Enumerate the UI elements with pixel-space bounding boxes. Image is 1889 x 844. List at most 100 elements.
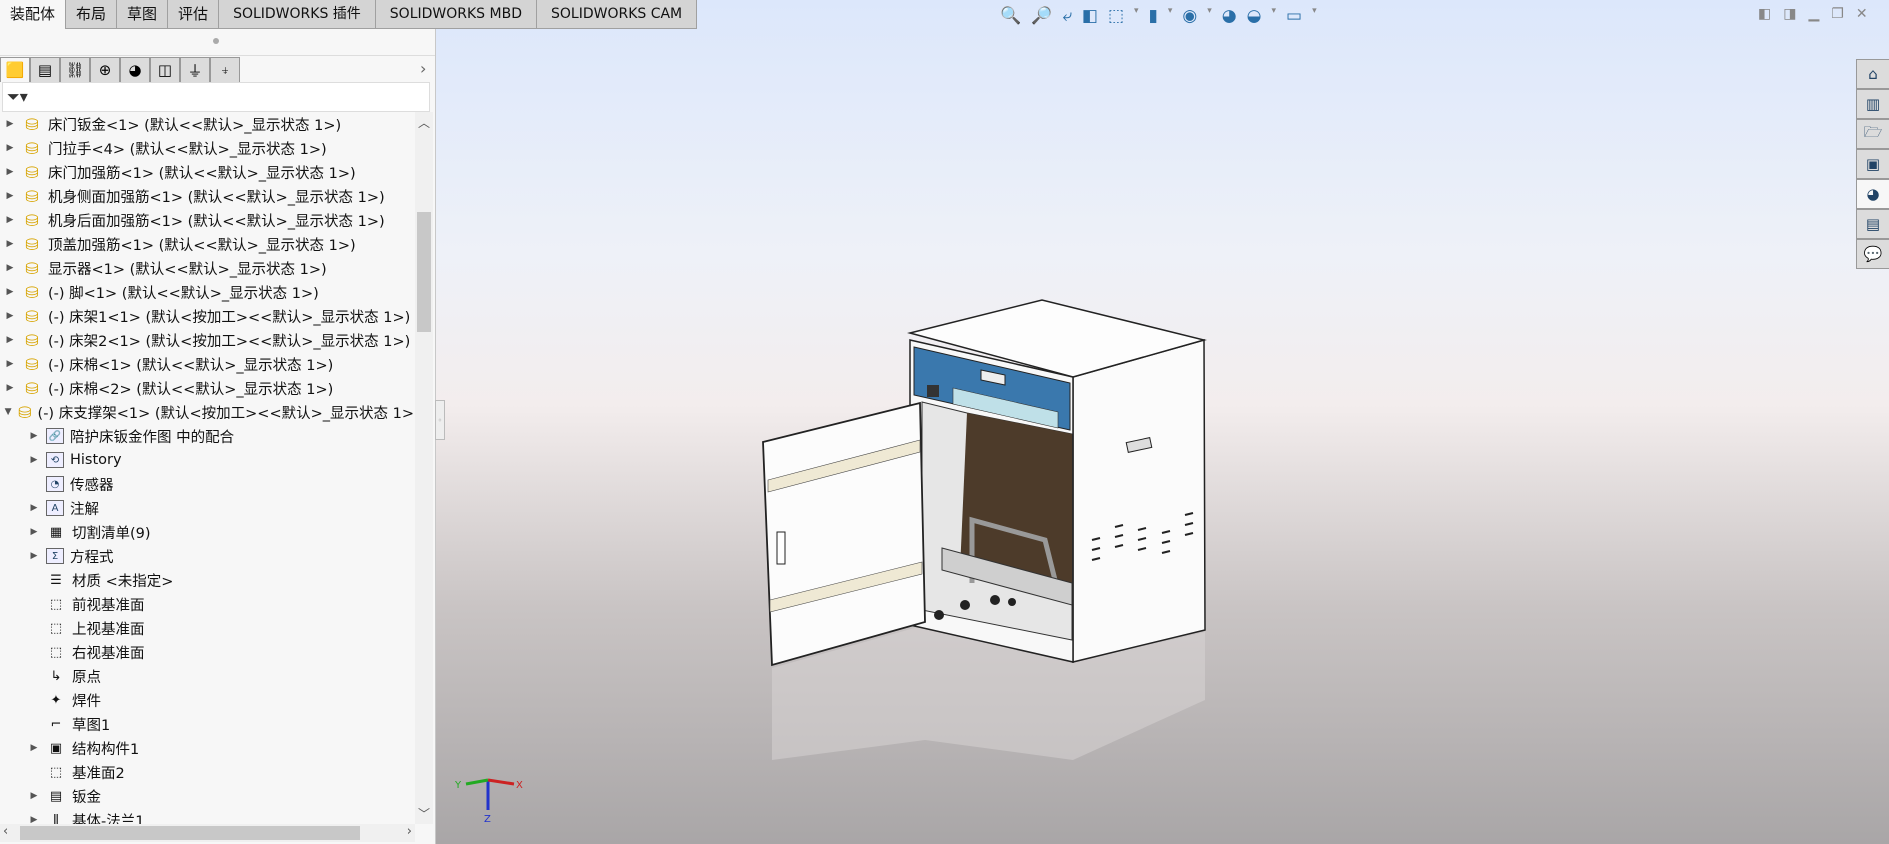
tree-item[interactable]: ▶ ⛁ 机身侧面加强筋<1> (默认<<默认>_显示状态 1>) <box>0 184 414 208</box>
expand-arrow-icon[interactable]: ▶ <box>4 143 16 153</box>
previous-view-icon[interactable]: ⤶ <box>1062 6 1072 26</box>
tree-vertical-scrollbar[interactable]: ︿ ﹀ <box>415 112 433 824</box>
expand-arrow-icon[interactable]: ▶ <box>28 551 40 561</box>
panel-tabs-more-arrow[interactable]: › <box>420 59 426 78</box>
previous-window-icon[interactable]: ◧ <box>1758 6 1771 22</box>
tree-item[interactable]: ▶ ⛁ (-) 床架2<1> (默认<按加工><<默认>_显示状态 1>) <box>0 328 414 352</box>
tree-item[interactable]: ↳ 原点 <box>0 664 414 688</box>
expand-arrow-icon[interactable]: ▶ <box>28 527 40 537</box>
apply-scene-icon[interactable]: ◒ <box>1247 6 1262 26</box>
expand-arrow-icon[interactable]: ▶ <box>28 503 40 513</box>
filter-icon[interactable]: ⏷▾ <box>7 87 28 106</box>
tree-item[interactable]: ▶ ⛁ 床门加强筋<1> (默认<<默认>_显示状态 1>) <box>0 160 414 184</box>
tree-item[interactable]: ▶ ⛁ (-) 床棉<1> (默认<<默认>_显示状态 1>) <box>0 352 414 376</box>
expand-arrow-icon[interactable]: ▶ <box>4 215 16 225</box>
cam-feature-tab-icon[interactable]: ◫ <box>150 57 180 82</box>
dropdown-arrow-icon[interactable]: ▾ <box>1312 6 1317 26</box>
graphics-viewport[interactable]: X Y Z 🔍 🔎 ⤶ ◧ ⬚ ▾ ▮ ▾ ◉ ▾ ◕ ◒ ▾ ▭ ▾ ◧ ◨ ▁ ❐ ✕ <box>436 0 1889 844</box>
collapse-arrow-icon[interactable]: ▼ <box>4 407 12 417</box>
appearances-icon[interactable]: ◕ <box>1856 179 1889 209</box>
expand-arrow-icon[interactable]: ▶ <box>28 815 40 824</box>
zoom-to-fit-icon[interactable]: 🔍 <box>1000 6 1021 26</box>
tree-item[interactable]: ▶ ⛁ 顶盖加强筋<1> (默认<<默认>_显示状态 1>) <box>0 232 414 256</box>
minimize-icon[interactable]: ▁ <box>1808 6 1819 22</box>
panel-grip[interactable] <box>0 29 435 56</box>
dropdown-arrow-icon[interactable]: ▾ <box>1134 6 1139 26</box>
view-settings-icon[interactable]: ▭ <box>1286 6 1302 26</box>
tree-item[interactable]: ⬚ 前视基准面 <box>0 592 414 616</box>
expand-arrow-icon[interactable]: ▶ <box>28 791 40 801</box>
tree-item[interactable]: ▶ ⛁ 显示器<1> (默认<<默认>_显示状态 1>) <box>0 256 414 280</box>
tree-item[interactable]: ▶ ⛁ 机身后面加强筋<1> (默认<<默认>_显示状态 1>) <box>0 208 414 232</box>
tree-item[interactable]: ▶ ▣ 结构构件1 <box>0 736 414 760</box>
dropdown-arrow-icon[interactable]: ▾ <box>1207 6 1212 26</box>
tree-item[interactable]: ▼ ⛁ (-) 床支撑架<1> (默认<按加工><<默认>_显示状态 1> <box>0 400 414 424</box>
tab-0[interactable]: 装配体 <box>0 0 67 29</box>
expand-arrow-icon[interactable]: ▶ <box>4 287 16 297</box>
expand-arrow-icon[interactable]: ▶ <box>28 743 40 753</box>
next-window-icon[interactable]: ◨ <box>1783 6 1796 22</box>
tab-6[interactable]: SOLIDWORKS CAM <box>537 0 698 29</box>
file-explorer-icon[interactable]: 🗁 <box>1856 119 1889 149</box>
tree-item[interactable]: ▶ ⛁ 门拉手<4> (默认<<默认>_显示状态 1>) <box>0 136 414 160</box>
expand-arrow-icon[interactable]: ▶ <box>4 119 16 129</box>
tree-item[interactable]: ⬚ 上视基准面 <box>0 616 414 640</box>
tree-item[interactable]: ▶ ⛁ 床门钣金<1> (默认<<默认>_显示状态 1>) <box>0 112 414 136</box>
tab-2[interactable]: 草图 <box>117 0 169 29</box>
zoom-to-area-icon[interactable]: 🔎 <box>1031 6 1052 26</box>
expand-arrow-icon[interactable]: ▶ <box>4 335 16 345</box>
tree-filter[interactable]: ⏷▾ <box>2 82 430 112</box>
tree-item[interactable]: ▶ ⛁ (-) 脚<1> (默认<<默认>_显示状态 1>) <box>0 280 414 304</box>
expand-arrow-icon[interactable]: ▶ <box>4 383 16 393</box>
expand-arrow-icon[interactable]: ▶ <box>4 359 16 369</box>
tree-item[interactable]: ▶ Σ 方程式 <box>0 544 414 568</box>
custom-properties-icon[interactable]: ▤ <box>1856 209 1889 239</box>
expand-arrow-icon[interactable]: ▶ <box>4 191 16 201</box>
expand-arrow-icon[interactable]: ▶ <box>4 239 16 249</box>
cam-tool-tab-icon[interactable]: ⍖ <box>210 57 240 82</box>
section-view-icon[interactable]: ◧ <box>1082 6 1098 26</box>
tab-1[interactable]: 布局 <box>66 0 118 29</box>
panel-collapse-handle[interactable]: ◦ <box>435 400 445 440</box>
dropdown-arrow-icon[interactable]: ▾ <box>1271 6 1276 26</box>
dimxpert-tab-icon[interactable]: ⊕ <box>90 57 120 82</box>
tree-item[interactable]: ⬚ 右视基准面 <box>0 640 414 664</box>
dropdown-arrow-icon[interactable]: ▾ <box>1168 6 1173 26</box>
tree-item[interactable]: ▶ ▦ 切割清单(9) <box>0 520 414 544</box>
tree-item[interactable]: ⌐ 草图1 <box>0 712 414 736</box>
displaymanager-tab-icon[interactable]: ◕ <box>120 57 150 82</box>
tree-item[interactable]: ▶ ⟲ History <box>0 448 414 472</box>
tree-item[interactable]: ▶ ⛁ (-) 床棉<2> (默认<<默认>_显示状态 1>) <box>0 376 414 400</box>
design-library-icon[interactable]: ▥ <box>1856 89 1889 119</box>
edit-appearance-icon[interactable]: ◕ <box>1222 6 1237 26</box>
tree-horizontal-scrollbar[interactable]: ‹ › <box>0 824 415 842</box>
tree-item[interactable]: ▶ ⛁ (-) 床架1<1> (默认<按加工><<默认>_显示状态 1>) <box>0 304 414 328</box>
expand-arrow-icon[interactable]: ▶ <box>4 263 16 273</box>
propertymanager-tab-icon[interactable]: ▤ <box>30 57 60 82</box>
home-icon[interactable]: ⌂ <box>1856 59 1889 89</box>
featuremanager-tab-icon[interactable]: 🟨 <box>0 57 30 82</box>
expand-arrow-icon[interactable]: ▶ <box>28 431 40 441</box>
tree-item[interactable]: ▶ A 注解 <box>0 496 414 520</box>
close-icon[interactable]: ✕ <box>1856 6 1868 22</box>
forum-icon[interactable]: 💬 <box>1856 239 1889 269</box>
tree-item[interactable]: ◔ 传感器 <box>0 472 414 496</box>
tree-item[interactable]: ✦ 焊件 <box>0 688 414 712</box>
hide-show-items-icon[interactable]: ◉ <box>1182 6 1197 26</box>
view-orientation-icon[interactable]: ⬚ <box>1108 6 1124 26</box>
configurationmanager-tab-icon[interactable]: ⛓ <box>60 57 90 82</box>
tree-item[interactable]: ▶ ⫴ 基体-法兰1 <box>0 808 414 825</box>
view-palette-icon[interactable]: ▣ <box>1856 149 1889 179</box>
expand-arrow-icon[interactable]: ▶ <box>4 167 16 177</box>
tree-item[interactable]: ⬚ 基准面2 <box>0 760 414 784</box>
tab-4[interactable]: SOLIDWORKS 插件 <box>219 0 376 29</box>
expand-arrow-icon[interactable]: ▶ <box>4 311 16 321</box>
tab-3[interactable]: 评估 <box>168 0 220 29</box>
tree-item[interactable]: ☰ 材质 <未指定> <box>0 568 414 592</box>
cam-operation-tab-icon[interactable]: ⏚ <box>180 57 210 82</box>
expand-arrow-icon[interactable]: ▶ <box>28 455 40 465</box>
tree-item[interactable]: ▶ 🔗 陪护床钣金作图 中的配合 <box>0 424 414 448</box>
tab-5[interactable]: SOLIDWORKS MBD <box>376 0 537 29</box>
tree-item[interactable]: ▶ ▤ 钣金 <box>0 784 414 808</box>
restore-icon[interactable]: ❐ <box>1831 6 1844 22</box>
